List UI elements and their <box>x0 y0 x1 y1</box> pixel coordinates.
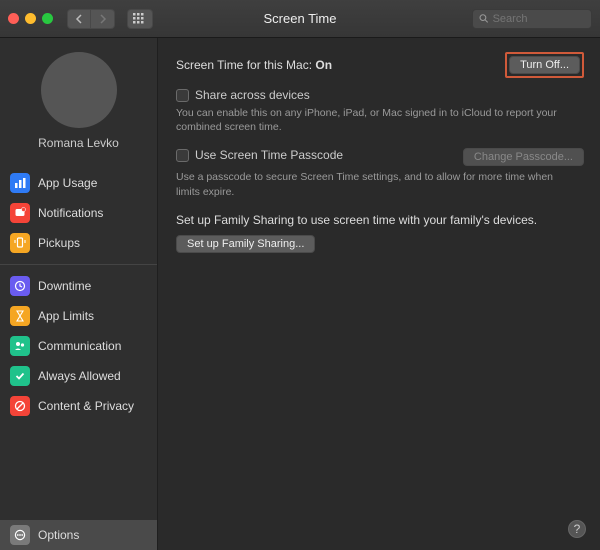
options-icon <box>10 525 30 545</box>
sidebar-item-always-allowed[interactable]: Always Allowed <box>0 361 157 391</box>
show-all-button[interactable] <box>127 9 153 29</box>
sidebar-item-notifications[interactable]: Notifications <box>0 198 157 228</box>
sidebar-item-label: Communication <box>38 339 121 353</box>
change-passcode-button[interactable]: Change Passcode... <box>463 148 584 166</box>
sidebar-item-label: Options <box>38 528 79 542</box>
sidebar-item-label: Always Allowed <box>38 369 121 383</box>
sidebar-item-communication[interactable]: Communication <box>0 331 157 361</box>
sidebar-item-label: Pickups <box>38 236 80 250</box>
sidebar-item-label: Downtime <box>38 279 91 293</box>
use-passcode-label: Use Screen Time Passcode <box>195 148 343 162</box>
use-passcode-desc: Use a passcode to secure Screen Time set… <box>176 170 584 198</box>
turn-off-button[interactable]: Turn Off... <box>509 56 580 74</box>
sidebar-item-app-limits[interactable]: App Limits <box>0 301 157 331</box>
minimize-window-icon[interactable] <box>25 13 36 24</box>
sidebar-item-options[interactable]: Options <box>0 520 157 550</box>
avatar <box>41 52 117 128</box>
content-privacy-icon <box>10 396 30 416</box>
communication-icon <box>10 336 30 356</box>
setup-family-sharing-button[interactable]: Set up Family Sharing... <box>176 235 315 253</box>
window-controls <box>8 13 53 24</box>
use-passcode-checkbox[interactable] <box>176 149 189 162</box>
share-across-devices-desc: You can enable this on any iPhone, iPad,… <box>176 106 584 134</box>
content-pane: Screen Time for this Mac: On Turn Off...… <box>158 38 600 550</box>
sidebar-item-label: App Usage <box>38 176 97 190</box>
pickups-icon <box>10 233 30 253</box>
always-allowed-icon <box>10 366 30 386</box>
search-input[interactable] <box>493 13 585 25</box>
sidebar-item-content-privacy[interactable]: Content & Privacy <box>0 391 157 421</box>
sidebar-item-downtime[interactable]: Downtime <box>0 271 157 301</box>
app-limits-icon <box>10 306 30 326</box>
notifications-icon <box>10 203 30 223</box>
forward-button[interactable] <box>91 9 115 29</box>
divider <box>0 264 157 265</box>
fullscreen-window-icon[interactable] <box>42 13 53 24</box>
sidebar-item-label: Content & Privacy <box>38 399 134 413</box>
share-across-devices-label: Share across devices <box>195 88 310 102</box>
help-button[interactable]: ? <box>568 520 586 538</box>
sidebar-item-app-usage[interactable]: App Usage <box>0 168 157 198</box>
app-usage-icon <box>10 173 30 193</box>
sidebar: Romana Levko App Usage Notifications Pic… <box>0 38 158 550</box>
user-name: Romana Levko <box>38 136 119 150</box>
search-field[interactable] <box>472 9 592 29</box>
downtime-icon <box>10 276 30 296</box>
help-icon: ? <box>574 522 581 536</box>
sidebar-item-label: App Limits <box>38 309 94 323</box>
grid-icon <box>133 13 147 25</box>
user-section: Romana Levko <box>0 52 157 150</box>
close-window-icon[interactable] <box>8 13 19 24</box>
family-sharing-text: Set up Family Sharing to use screen time… <box>176 213 584 227</box>
share-across-devices-checkbox[interactable] <box>176 89 189 102</box>
sidebar-item-label: Notifications <box>38 206 103 220</box>
search-icon <box>479 13 489 24</box>
titlebar: Screen Time <box>0 0 600 38</box>
nav-buttons <box>67 9 115 29</box>
sidebar-item-pickups[interactable]: Pickups <box>0 228 157 258</box>
screen-time-status: Screen Time for this Mac: On <box>176 58 332 72</box>
turn-off-highlight: Turn Off... <box>505 52 584 78</box>
back-button[interactable] <box>67 9 91 29</box>
